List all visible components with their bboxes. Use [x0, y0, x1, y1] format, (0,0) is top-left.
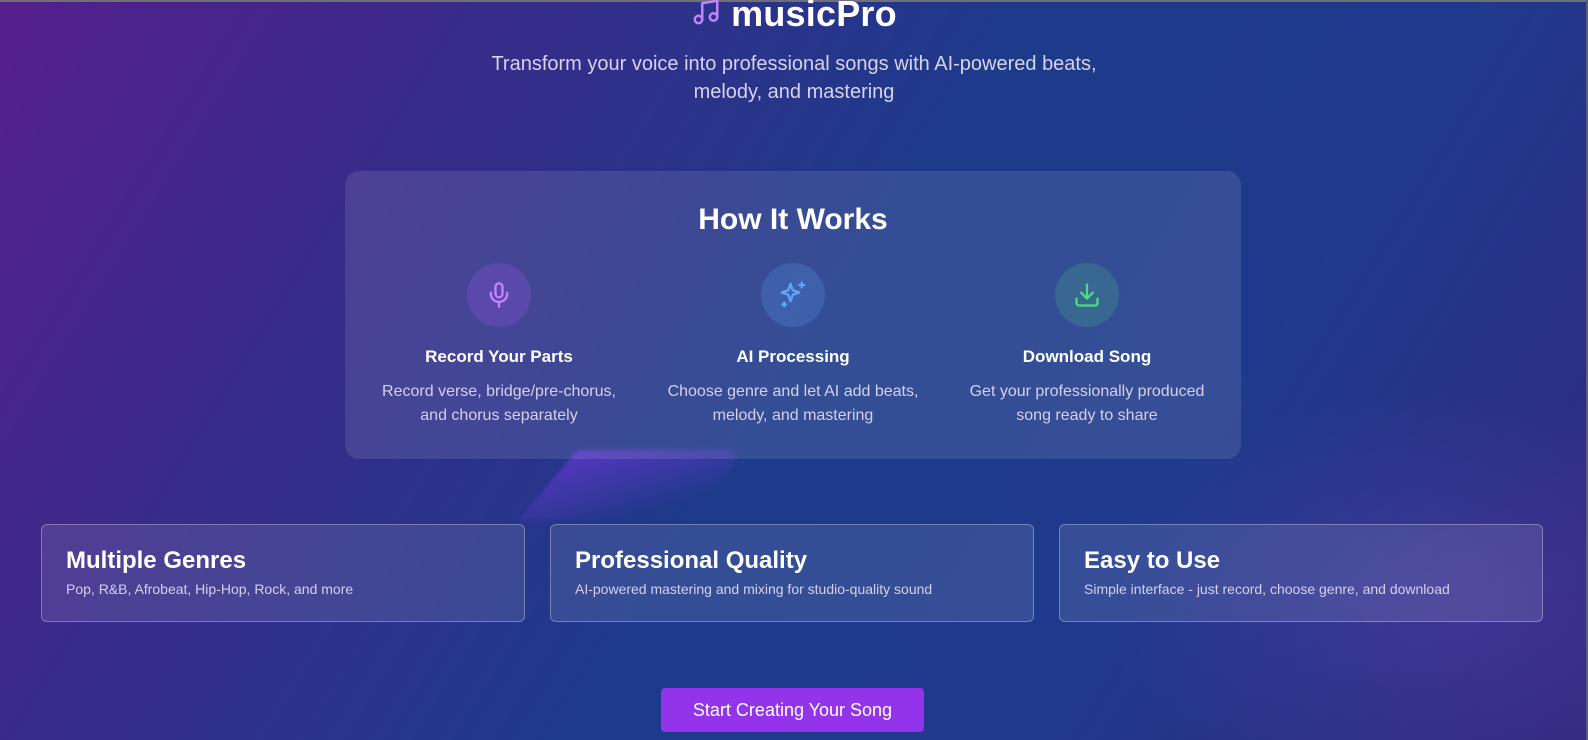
step-description-line: Record verse, bridge/pre-chorus, [382, 383, 616, 400]
microphone-icon [467, 263, 531, 327]
feature-description: Simple interface - just record, choose g… [1084, 581, 1450, 597]
tagline-line: melody, and mastering [693, 81, 895, 103]
step-description-line: Get your professionally produced [969, 383, 1205, 400]
feature-card-quality: Professional Quality AI-powered masterin… [550, 524, 1034, 622]
step-description-line: melody, and mastering [712, 407, 874, 424]
step-download: Download Song Get your professionally pr… [951, 263, 1223, 428]
feature-card-genres: Multiple Genres Pop, R&B, Afrobeat, Hip-… [41, 524, 525, 622]
feature-title: Professional Quality [575, 547, 808, 574]
step-description-line: song ready to share [1016, 407, 1158, 424]
step-title: AI Processing [736, 347, 850, 366]
tagline-line: Transform your voice into professional s… [491, 53, 1097, 75]
step-description-line: and chorus separately [420, 407, 578, 424]
start-creating-button[interactable]: Start Creating Your Song [661, 688, 924, 732]
step-description-line: Choose genre and let AI add beats, [667, 383, 919, 400]
brand-header: musicPro [0, 0, 1588, 36]
feature-description: AI-powered mastering and mixing for stud… [575, 581, 933, 597]
feature-description: Pop, R&B, Afrobeat, Hip-Hop, Rock, and m… [66, 581, 354, 597]
tagline: Transform your voice into professional s… [0, 50, 1588, 106]
music-note-icon [691, 0, 721, 32]
step-description: Record verse, bridge/pre-chorus, and cho… [363, 380, 635, 428]
how-it-works-panel: How It Works Record Your Parts Record ve… [345, 171, 1241, 459]
feature-title: Easy to Use [1084, 547, 1221, 574]
step-ai-processing: AI Processing Choose genre and let AI ad… [657, 263, 929, 428]
step-record: Record Your Parts Record verse, bridge/p… [363, 263, 635, 428]
how-it-works-title: How It Works [698, 203, 888, 236]
step-description: Get your professionally produced song re… [951, 380, 1223, 428]
step-title: Record Your Parts [425, 347, 573, 366]
download-icon [1055, 263, 1119, 327]
sparkles-icon [761, 263, 825, 327]
feature-title: Multiple Genres [66, 547, 247, 574]
feature-card-ease: Easy to Use Simple interface - just reco… [1059, 524, 1543, 622]
step-title: Download Song [1022, 347, 1152, 366]
step-description: Choose genre and let AI add beats, melod… [657, 380, 929, 428]
background-streak [518, 450, 748, 520]
app-title: musicPro [731, 0, 897, 34]
